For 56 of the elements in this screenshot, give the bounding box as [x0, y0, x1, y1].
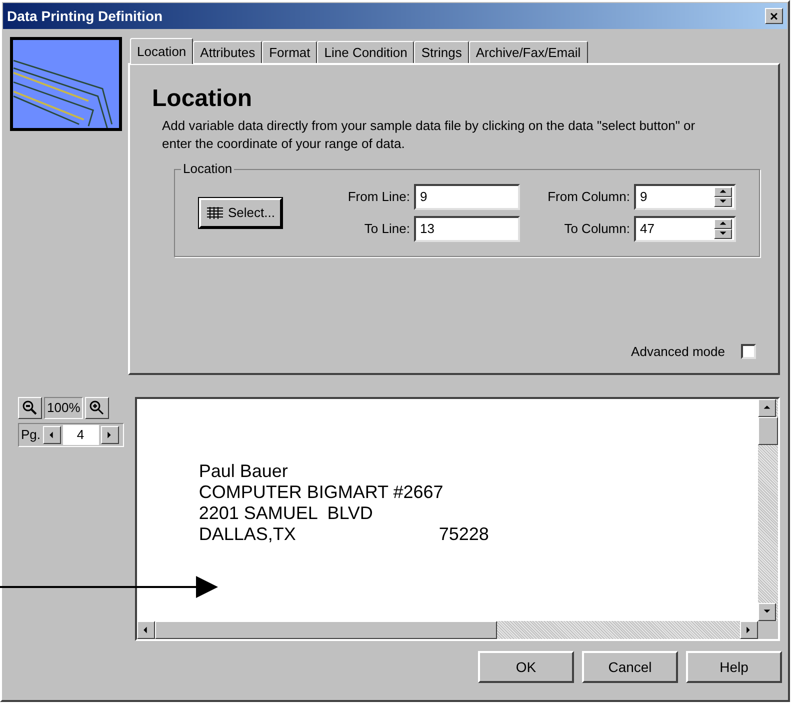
spin-field[interactable]: 9	[634, 184, 736, 210]
checkbox-label: Advanced mode	[631, 342, 725, 360]
preview-text: Paul Bauer	[198, 461, 289, 482]
dialog-button[interactable]: OK	[478, 651, 574, 683]
scroll-thumb[interactable]	[758, 417, 778, 445]
left-arrow-icon	[48, 431, 56, 439]
dialog-button[interactable]: Help	[686, 651, 782, 683]
spin-up-button[interactable]	[714, 219, 732, 229]
tab[interactable]: Format	[262, 41, 318, 63]
preview-text: DALLAS,TX	[198, 524, 297, 545]
field-value: 9	[638, 188, 648, 206]
tab[interactable]: Strings	[414, 41, 469, 63]
scroll-button[interactable]	[100, 426, 119, 444]
spin-down-button[interactable]	[714, 197, 732, 207]
preview-text: 75228	[438, 524, 489, 545]
scroll-button[interactable]	[758, 399, 776, 417]
page-number: 4	[62, 425, 99, 445]
input-field[interactable]: 9	[414, 184, 520, 210]
window-title: Data Printing Definition	[7, 6, 163, 26]
up-arrow-icon	[718, 220, 727, 228]
section-heading: Location	[152, 87, 253, 111]
scrollbar-corner	[758, 621, 778, 639]
zoom-out-button[interactable]	[18, 397, 42, 419]
close-button[interactable]: ×	[765, 8, 783, 24]
scroll-button[interactable]	[758, 603, 776, 621]
grid-icon	[206, 206, 224, 220]
description-text: Add variable data directly from your sample data file by clicking on the data "select button" or enter the coordinate of your range of data.	[161, 117, 696, 153]
dialog-button[interactable]: Cancel	[582, 651, 678, 683]
tab[interactable]: Archive/Fax/Email	[468, 41, 588, 63]
zoom-level: 100%	[44, 397, 84, 419]
zoom-out-icon	[22, 400, 38, 416]
field-label: To Line:	[363, 220, 410, 238]
field-label: From Line:	[346, 188, 410, 206]
spin-down-button[interactable]	[714, 229, 732, 239]
scroll-button[interactable]	[740, 621, 758, 639]
select-button[interactable]: Select...	[199, 198, 282, 228]
tab[interactable]: Attributes	[193, 41, 262, 63]
tab[interactable]: Line Condition	[317, 41, 414, 63]
scroll-button[interactable]	[42, 426, 61, 444]
field-value: 47	[638, 220, 656, 238]
zoom-in-icon	[89, 400, 106, 416]
preview-text: 2201 SAMUEL BLVD	[198, 503, 374, 524]
scroll-thumb[interactable]	[154, 621, 497, 639]
page-label: Pg.	[20, 426, 41, 444]
zoom-in-button[interactable]	[85, 397, 110, 419]
spin-field[interactable]: 47	[634, 216, 736, 242]
up-arrow-icon	[763, 404, 771, 412]
tab[interactable]: Location	[130, 38, 194, 64]
checkbox[interactable]	[741, 344, 756, 359]
input-field[interactable]: 13	[414, 216, 520, 242]
left-arrow-icon	[142, 626, 150, 634]
spin-up-button[interactable]	[714, 187, 732, 197]
up-arrow-icon	[718, 188, 727, 196]
field-label: To Column:	[563, 220, 630, 238]
scroll-button[interactable]	[136, 621, 155, 639]
field-label: From Column:	[546, 188, 630, 206]
